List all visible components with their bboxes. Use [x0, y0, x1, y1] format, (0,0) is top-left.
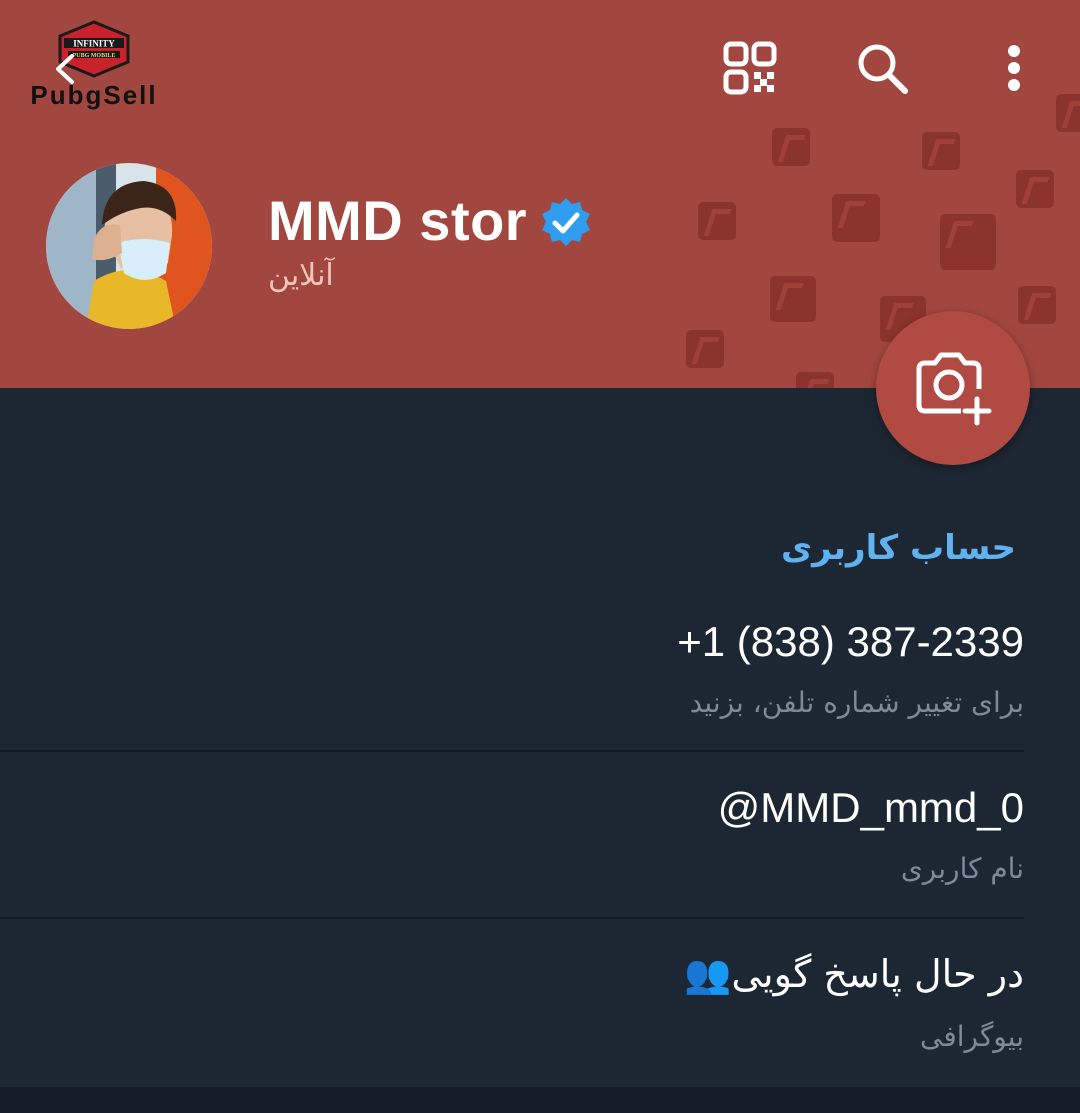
camera-add-icon — [916, 352, 992, 426]
pattern-icon — [698, 202, 736, 240]
divider — [0, 917, 1024, 919]
pattern-icon — [832, 194, 880, 242]
pattern-icon — [1018, 286, 1056, 324]
pattern-icon — [796, 372, 834, 388]
bio-row[interactable]: در حال پاسخ گویی👥 بیوگرافی — [0, 946, 1024, 1086]
set-photo-button[interactable] — [876, 311, 1030, 465]
profile-name: MMD stor — [268, 189, 528, 252]
avatar-image — [46, 163, 212, 329]
username: @MMD_mmd_0 — [717, 784, 1024, 831]
search-button[interactable] — [850, 36, 914, 100]
svg-text:INFINITY: INFINITY — [73, 39, 115, 49]
pattern-icon — [922, 132, 960, 170]
divider — [0, 750, 1024, 752]
phone-number: +1 (838) 387-2339 — [677, 618, 1024, 665]
pattern-icon — [770, 276, 816, 322]
pattern-icon — [1016, 170, 1054, 208]
phone-row[interactable]: +1 (838) 387-2339 برای تغییر شماره تلفن،… — [0, 612, 1024, 752]
phone-caption: برای تغییر شماره تلفن، بزنید — [689, 686, 1024, 719]
more-options-button[interactable] — [982, 36, 1046, 100]
username-row[interactable]: @MMD_mmd_0 نام کاربری — [0, 778, 1024, 918]
bio-text: در حال پاسخ گویی👥 — [684, 952, 1024, 996]
back-arrow-icon[interactable] — [50, 52, 80, 86]
account-section-title: حساب کاربری — [780, 528, 1016, 568]
online-status: آنلاین — [268, 258, 334, 293]
more-vert-icon — [1008, 45, 1020, 91]
bio-caption: بیوگرافی — [920, 1020, 1024, 1053]
verified-badge-icon — [542, 198, 590, 246]
search-icon — [858, 44, 908, 94]
qr-code-icon — [723, 41, 777, 95]
pattern-icon — [772, 128, 810, 166]
pattern-icon — [686, 330, 724, 368]
pattern-icon — [940, 214, 996, 270]
pubgsell-logo: INFINITY PUBG MOBILE PubgSell — [30, 20, 156, 110]
avatar[interactable] — [46, 163, 212, 329]
section-divider — [0, 1087, 1080, 1113]
username-caption: نام کاربری — [900, 852, 1024, 885]
qr-code-button[interactable] — [718, 36, 782, 100]
pattern-icon — [1056, 94, 1080, 132]
